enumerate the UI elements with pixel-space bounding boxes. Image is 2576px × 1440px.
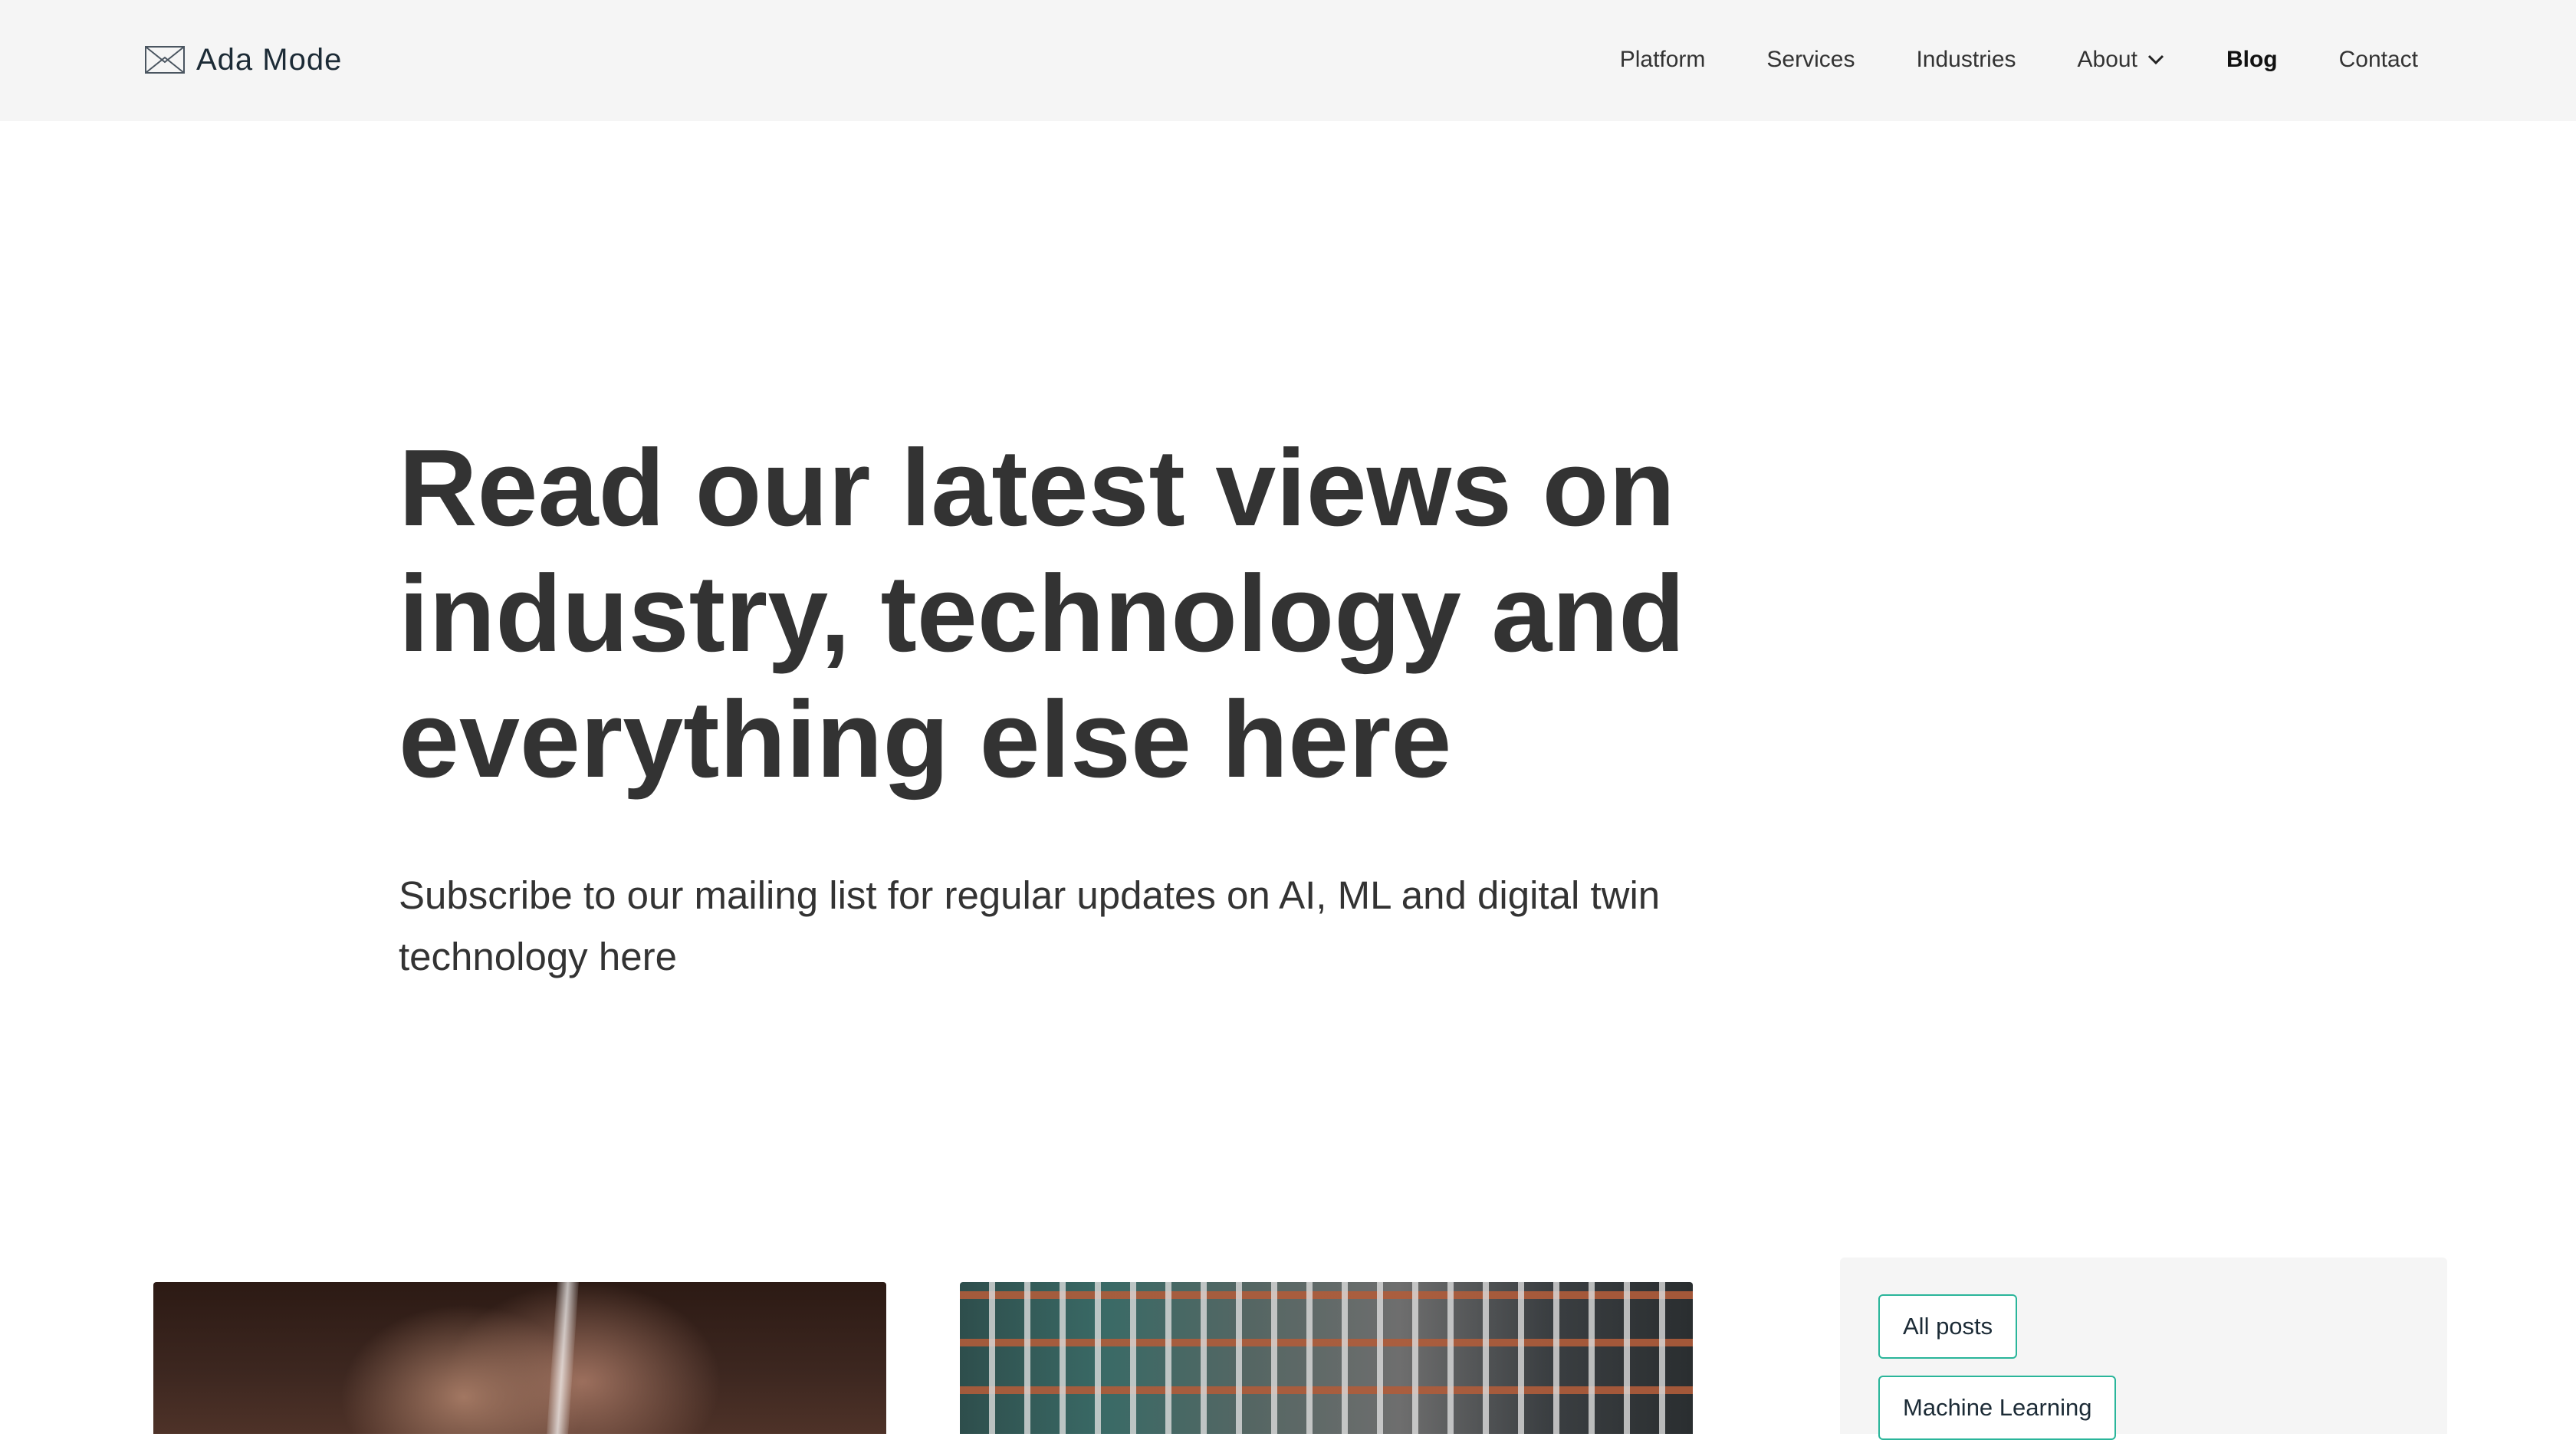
logo-link[interactable]: Ada Mode — [144, 38, 342, 81]
post-card-image-industrial-plant[interactable] — [960, 1282, 1693, 1434]
nav-platform[interactable]: Platform — [1620, 47, 1706, 73]
hero-subtitle: Subscribe to our mailing list for regula… — [399, 865, 1717, 988]
hero-title-line-2: industry, technology and — [399, 553, 1685, 675]
tag-machine-learning[interactable]: Machine Learning — [1878, 1376, 2117, 1440]
nav-about-label: About — [2077, 47, 2137, 72]
main-nav: Platform Services Industries About Blog … — [1620, 38, 2418, 81]
hero-title: Read our latest views on industry, techn… — [399, 426, 1702, 803]
nav-blog[interactable]: Blog — [2226, 47, 2278, 73]
hero-title-line-3: everything else here — [399, 679, 1452, 801]
nav-industries[interactable]: Industries — [1916, 47, 2016, 73]
hero-subtitle-line-1: Subscribe to our mailing list for regula… — [399, 873, 1661, 917]
post-card-image-hands-water[interactable] — [153, 1282, 886, 1434]
nav-services[interactable]: Services — [1766, 47, 1855, 73]
category-sidebar: All posts Machine Learning — [1840, 1258, 2447, 1440]
water-stream — [547, 1282, 579, 1434]
site-header: Ada Mode Platform Services Industries Ab… — [0, 0, 2576, 121]
hero-subtitle-line-2: technology here — [399, 935, 677, 978]
nav-about[interactable]: About — [2078, 47, 2165, 73]
hero-title-line-1: Read our latest views on — [399, 427, 1676, 549]
chevron-down-icon — [2147, 54, 2164, 65]
brand-name: Ada Mode — [196, 42, 343, 77]
logo-icon — [145, 46, 185, 74]
nav-contact[interactable]: Contact — [2339, 47, 2418, 73]
tag-all-posts[interactable]: All posts — [1878, 1294, 2018, 1359]
